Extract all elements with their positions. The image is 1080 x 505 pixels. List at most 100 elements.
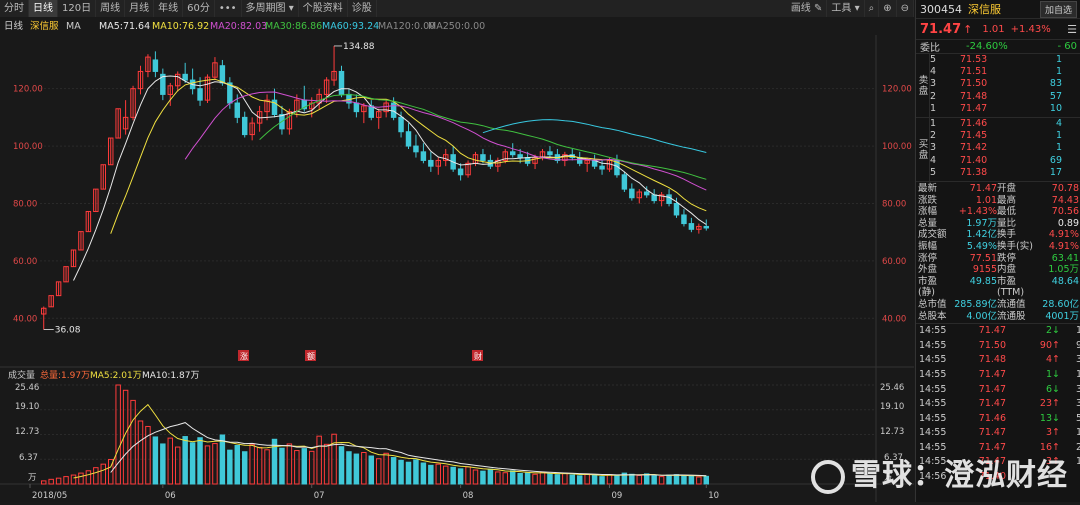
level-number: 2 (930, 90, 937, 102)
level-volume: 83 (1049, 78, 1062, 90)
stat-value: 9155 (972, 264, 997, 276)
stock-info-button[interactable]: 个股资料 (299, 0, 348, 17)
price-tick-label-right: 40.00 (882, 314, 906, 324)
stat-label: 量比 (997, 217, 1017, 229)
ma-legend: 日线 深信服 MA MA5:71.64 MA10:76.92 MA20:82.0… (4, 20, 485, 32)
tick-qty: 16 (1039, 441, 1052, 453)
tick-price: 71.40 (978, 471, 1006, 483)
tick-count: 1 (1075, 325, 1080, 337)
tab-intraday[interactable]: 分时 (0, 0, 29, 17)
level-volume: 1 (1055, 142, 1062, 154)
search-icon[interactable]: ⌕ (865, 0, 880, 17)
volume-bar (547, 473, 553, 485)
volume-tick-3-right: 12.73 (880, 427, 904, 437)
volume-bar (182, 436, 188, 485)
multi-period-label: 多周期图 (245, 3, 286, 14)
volume-bar (703, 475, 710, 485)
volume-tick-2: 19.10 (15, 402, 39, 412)
menu-icon[interactable]: ☰ (1067, 23, 1077, 36)
volume-bar (517, 473, 523, 485)
stat-label: 市盈(TTM) (997, 275, 1025, 299)
stat-label: 涨幅 (918, 206, 938, 218)
stat-label: 涨停 (918, 252, 938, 264)
level-volume: 4 (1055, 118, 1062, 129)
sell-level-1[interactable]: 1 71.47 10 (930, 103, 1080, 115)
tab-60min[interactable]: 60分 (183, 0, 215, 17)
stat-value: 285.89亿 (954, 298, 997, 310)
tick-row: 14:55 71.50 90 ↑ 9 (916, 339, 1080, 354)
level-volume: 57 (1049, 90, 1062, 102)
diagnosis-button[interactable]: 诊股 (348, 0, 377, 17)
candle-body (182, 73, 188, 81)
arrow-up-icon: ↑ (1052, 339, 1060, 351)
empty-icon (1052, 470, 1064, 485)
draw-label: 画线 (790, 3, 811, 14)
sell-level-2[interactable]: 2 71.48 57 (930, 91, 1080, 103)
level-price: 71.46 (960, 118, 988, 129)
tick-price: 71.47 (978, 456, 1006, 468)
stat-label: 换手 (997, 229, 1017, 241)
level-price: 71.45 (960, 130, 988, 142)
ma5-label: MA5:71.64 (99, 21, 150, 32)
tools-button[interactable]: 工具 ▾ (827, 0, 865, 17)
kline-svg[interactable]: 日线 深信服 MA MA5:71.64 MA10:76.92 MA20:82.0… (0, 17, 914, 502)
candle-body (509, 151, 516, 156)
draw-line-button[interactable]: 画线 ✎ (787, 0, 828, 17)
tab-daily[interactable]: 日线 (29, 0, 58, 17)
tick-price: 71.47 (978, 368, 1006, 380)
tick-time: 14:55 (919, 354, 947, 366)
stat-label: 开盘 (997, 183, 1017, 194)
candle-body (673, 202, 680, 216)
candle-body (338, 70, 345, 95)
tab-monthly[interactable]: 月线 (125, 0, 155, 17)
sell-level-3[interactable]: 3 71.50 83 (930, 78, 1080, 90)
tick-count: 3 (1075, 383, 1080, 395)
caret-down-icon: ▾ (854, 3, 860, 14)
tick-price: 71.47 (978, 441, 1006, 453)
volume-unit-right: 万 (884, 473, 893, 483)
tick-time: 14:55 (919, 412, 947, 424)
tick-time: 14:55 (919, 441, 947, 453)
volume-bar (509, 470, 516, 485)
buy-level-1[interactable]: 1 71.46 4 (930, 118, 1080, 130)
multi-period-button[interactable]: 多周期图 ▾ (242, 0, 299, 17)
buy-level-2[interactable]: 2 71.45 1 (930, 130, 1080, 142)
arrow-down-icon: ↓ (1052, 412, 1060, 424)
candle-body (599, 165, 605, 170)
stat-label: 振幅 (918, 240, 938, 252)
sell-level-5[interactable]: 5 71.53 1 (930, 54, 1080, 66)
level-price: 71.50 (960, 78, 988, 90)
stat-label: 总量 (918, 217, 938, 229)
event-marker-2-label: 额 (307, 351, 315, 361)
price-tick-label: 40.00 (13, 314, 37, 324)
buy-rows: 1 71.46 4 2 71.45 1 3 71.42 1 4 71.40 69 5 71.38 17 (930, 118, 1080, 179)
tick-qty: 23 (1039, 398, 1052, 410)
candle-body (643, 191, 650, 196)
sell-level-4[interactable]: 4 71.51 1 (930, 66, 1080, 78)
stat-value: 4001万 (1045, 310, 1079, 322)
more-button[interactable]: ••• (215, 0, 242, 17)
stock-name-label: 深信服 (30, 20, 59, 32)
tab-weekly[interactable]: 周线 (96, 0, 126, 17)
stat-label: 最高 (997, 194, 1017, 206)
tick-price: 71.46 (978, 412, 1006, 424)
price-tick-label-right: 60.00 (882, 257, 906, 267)
buy-level-3[interactable]: 3 71.42 1 (930, 142, 1080, 154)
buy-orderbook: 买盘 1 71.46 4 2 71.45 1 3 71.42 1 4 71.40 69 5 71.38 17 (916, 118, 1080, 182)
tab-yearly[interactable]: 年线 (154, 0, 184, 17)
candle-body (197, 88, 203, 101)
buy-level-4[interactable]: 4 71.40 69 (930, 155, 1080, 167)
kline-chart-area[interactable]: 日线 深信服 MA MA5:71.64 MA10:76.92 MA20:82.0… (0, 17, 914, 502)
volume-bar (227, 449, 233, 485)
candle-body (681, 214, 687, 225)
weibi-value: -24.60% (966, 41, 1008, 52)
weibi-row: 委比 -24.60% - 60 (916, 40, 1080, 54)
add-watchlist-button[interactable]: 加自选 (1039, 0, 1077, 18)
zoom-in-icon[interactable]: ⊕ (879, 0, 897, 17)
level-volume: 1 (1055, 130, 1062, 142)
buy-level-5[interactable]: 5 71.38 17 (930, 167, 1080, 179)
zoom-out-icon[interactable]: ⊖ (897, 0, 914, 17)
arrow-down-icon: ↓ (1052, 368, 1060, 380)
tab-120day[interactable]: 120日 (58, 0, 97, 17)
candle-body (688, 223, 695, 230)
